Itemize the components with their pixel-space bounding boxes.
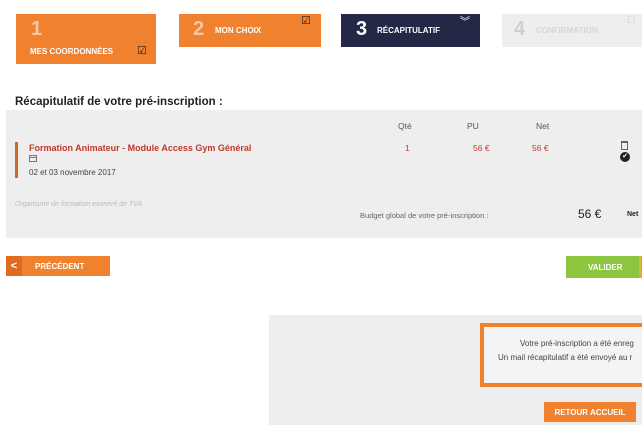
- step-2-label: MON CHOIX: [215, 26, 262, 35]
- confirmation-line-2: Un mail récapitulatif a été envoyé au r: [498, 353, 633, 362]
- item-title: Formation Animateur - Module Access Gym …: [29, 143, 252, 153]
- checkbox-icon: ☐: [627, 15, 636, 26]
- chevron-left-icon: <: [6, 256, 22, 276]
- header-qty: Qté: [398, 121, 412, 131]
- org-note: Organisme de formation exonéré de TVA: [15, 201, 143, 208]
- previous-button[interactable]: < PRÉCÉDENT: [6, 256, 110, 276]
- item-net: 56 €: [532, 143, 549, 153]
- step-1-mes-coordonnees[interactable]: 1 MES COORDONNÉES ☑: [16, 14, 156, 64]
- budget-label: Budget global de votre pré-inscription :: [360, 211, 489, 220]
- header-net: Net: [536, 121, 550, 131]
- double-chevron-down-icon: ︾: [460, 17, 470, 28]
- step-3-label: RÉCAPITULATIF: [377, 26, 440, 35]
- item-accent-bar: [15, 142, 18, 178]
- validate-button[interactable]: VALIDER: [566, 256, 642, 278]
- budget-value: 56 €: [578, 207, 602, 221]
- button-separator: [639, 256, 641, 278]
- budget-net-suffix: Net: [627, 211, 639, 218]
- checkbox-checked-icon: ☑: [137, 45, 147, 57]
- confirmation-line-1: Votre pré-inscription a été enreg: [520, 339, 634, 348]
- step-1-label: MES COORDONNÉES: [30, 47, 114, 56]
- item-qty: 1: [405, 143, 410, 153]
- summary-title: Récapitulatif de votre pré-inscription :: [15, 96, 223, 108]
- step-3-recapitulatif[interactable]: 3 RÉCAPITULATIF ︾: [341, 14, 480, 47]
- calendar-icon: [29, 155, 37, 162]
- home-button[interactable]: RETOUR ACCUEIL: [544, 402, 636, 422]
- previous-button-label: PRÉCÉDENT: [35, 262, 85, 271]
- step-4-label: CONFIRMATION: [536, 26, 598, 35]
- step-2-mon-choix[interactable]: 2 MON CHOIX ☑: [179, 14, 321, 47]
- trash-icon[interactable]: [621, 141, 628, 150]
- validate-button-label: VALIDER: [588, 263, 623, 272]
- home-button-label: RETOUR ACCUEIL: [554, 408, 626, 417]
- step-2-number: 2: [193, 18, 205, 40]
- item-unit-price: 56 €: [473, 143, 490, 153]
- confirmation-message-box: Votre pré-inscription a été enreg Un mai…: [480, 323, 642, 387]
- header-unit-price: PU: [467, 121, 479, 131]
- check-circle-icon: ✔: [620, 152, 630, 162]
- step-4-confirmation: 4 CONFIRMATION ☐: [502, 14, 642, 47]
- item-date: 02 et 03 novembre 2017: [29, 168, 116, 177]
- step-3-number: 3: [356, 18, 368, 40]
- step-4-number: 4: [514, 18, 526, 40]
- step-1-number: 1: [31, 18, 43, 40]
- checkbox-checked-icon: ☑: [301, 15, 311, 27]
